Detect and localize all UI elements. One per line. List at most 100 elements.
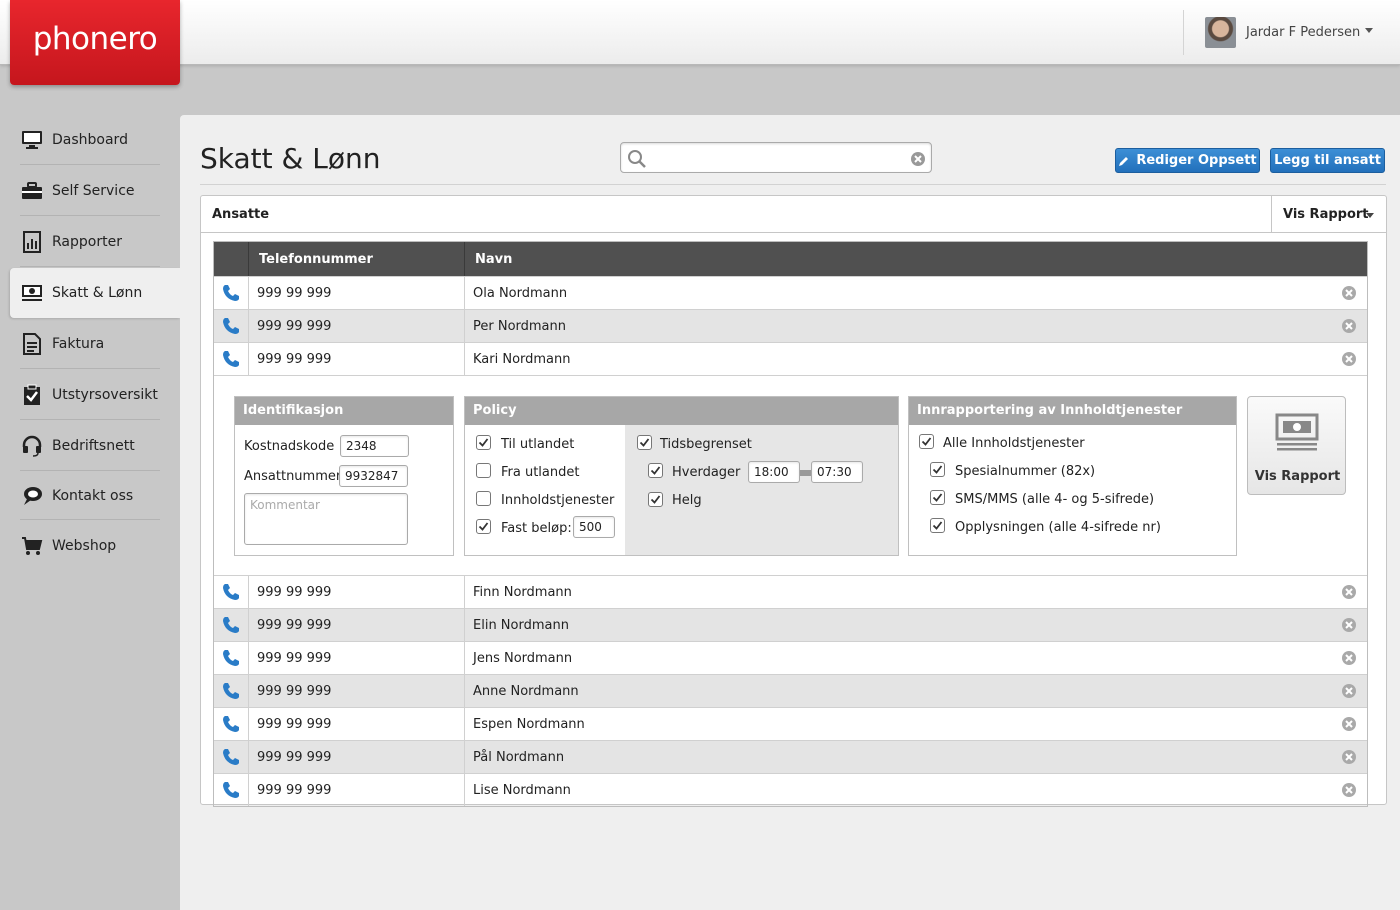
phone-icon[interactable]: [214, 310, 249, 342]
cost-code-field[interactable]: 2348: [340, 435, 409, 457]
check-icon: [650, 466, 661, 475]
special-numbers-label: Spesialnummer (82x): [955, 464, 1096, 479]
panel-title: Innrapportering av Innholdtjenester: [909, 397, 1236, 425]
sms-mms-label: SMS/MMS (alle 4- og 5-sifrede): [955, 492, 1155, 507]
add-employee-label: Legg til ansatt: [1274, 153, 1381, 168]
user-name: Jardar F Pedersen: [1246, 25, 1361, 40]
fixed-amount-field[interactable]: 500: [573, 516, 615, 538]
remove-icon[interactable]: [1341, 318, 1357, 338]
chevron-down-icon: [1366, 213, 1374, 218]
weekdays-label: Hverdager: [672, 465, 741, 480]
check-icon: [478, 522, 489, 531]
edit-setup-button[interactable]: Rediger Oppsett: [1115, 148, 1260, 173]
sidebar-item-kontakt-oss[interactable]: Kontakt oss: [20, 472, 160, 520]
phone-icon[interactable]: [214, 642, 249, 674]
column-header-phone[interactable]: Telefonnummer: [249, 242, 465, 276]
checkbox-content-services[interactable]: [476, 491, 491, 506]
phone-cell: 999 99 999: [249, 609, 465, 641]
remove-icon[interactable]: [1341, 683, 1357, 703]
checkbox-weekdays[interactable]: [648, 463, 663, 478]
sidebar-item-label: Dashboard: [52, 131, 128, 148]
checkbox-fixed-amount[interactable]: [476, 519, 491, 534]
phone-icon[interactable]: [214, 609, 249, 641]
cart-icon: [20, 535, 44, 557]
chevron-down-icon[interactable]: [1365, 28, 1373, 33]
remove-icon[interactable]: [1341, 749, 1357, 769]
edit-setup-label: Rediger Oppsett: [1136, 153, 1257, 168]
checkbox-to-abroad[interactable]: [476, 435, 491, 450]
remove-icon[interactable]: [1341, 782, 1357, 802]
sidebar-item-rapporter[interactable]: Rapporter: [20, 217, 160, 267]
phone-icon[interactable]: [214, 343, 249, 375]
search-box[interactable]: [620, 142, 932, 173]
phone-cell: 999 99 999: [249, 774, 465, 806]
headset-icon: [20, 435, 44, 457]
sidebar-item-utstyrsoversikt[interactable]: Utstyrsoversikt: [20, 370, 160, 420]
phone-icon[interactable]: [214, 675, 249, 707]
checkbox-time-limited[interactable]: [637, 435, 652, 450]
table-row[interactable]: 999 99 999 Espen Nordmann: [214, 707, 1367, 740]
phone-icon[interactable]: [214, 277, 249, 309]
phone-icon[interactable]: [214, 576, 249, 608]
from-time-field[interactable]: 18:00: [748, 461, 800, 483]
view-report-button[interactable]: Vis Rapport: [1247, 396, 1346, 495]
monitor-icon: [20, 129, 44, 151]
remove-icon[interactable]: [1341, 285, 1357, 305]
all-content-label: Alle Innholdstjenester: [943, 436, 1085, 451]
remove-icon[interactable]: [1341, 584, 1357, 604]
checkbox-special-numbers[interactable]: [930, 462, 945, 477]
employee-number-field[interactable]: 9932847: [339, 465, 408, 487]
table-row[interactable]: 999 99 999 Elin Nordmann: [214, 608, 1367, 641]
sidebar-item-dashboard[interactable]: Dashboard: [20, 115, 160, 165]
column-header-name[interactable]: Navn: [465, 242, 1367, 276]
table-row[interactable]: 999 99 999 Kari Nordmann: [214, 342, 1367, 375]
phone-icon[interactable]: [214, 708, 249, 740]
avatar: [1205, 17, 1236, 48]
sidebar-item-label: Utstyrsoversikt: [52, 386, 158, 403]
phone-cell: 999 99 999: [249, 343, 465, 375]
name-cell: Elin Nordmann: [473, 618, 569, 633]
checkbox-directory-info[interactable]: [930, 518, 945, 533]
table-row[interactable]: 999 99 999 Pål Nordmann: [214, 740, 1367, 773]
sidebar-item-self-service[interactable]: Self Service: [20, 166, 160, 216]
to-abroad-label: Til utlandet: [501, 437, 575, 452]
chat-icon: [20, 485, 44, 507]
card-header: Ansatte Vis Rapport: [201, 196, 1386, 233]
employees-table: Telefonnummer Navn 999 99 999 Ola Nordman…: [213, 241, 1368, 807]
checkbox-sms-mms[interactable]: [930, 490, 945, 505]
comment-field[interactable]: Kommentar: [244, 493, 408, 545]
phonero-logo[interactable]: phonero: [10, 0, 180, 85]
user-menu[interactable]: Jardar F Pedersen: [1183, 10, 1400, 55]
table-row[interactable]: 999 99 999 Finn Nordmann: [214, 575, 1367, 608]
report-dropdown[interactable]: Vis Rapport: [1271, 196, 1386, 233]
to-time-field[interactable]: 07:30: [811, 461, 863, 483]
search-input[interactable]: [651, 147, 901, 169]
sidebar-item-webshop[interactable]: Webshop: [20, 521, 160, 571]
table-row[interactable]: 999 99 999 Jens Nordmann: [214, 641, 1367, 674]
phone-icon[interactable]: [214, 741, 249, 773]
clear-search-icon[interactable]: [910, 151, 926, 171]
sidebar-item-label: Kontakt oss: [52, 487, 134, 504]
remove-icon[interactable]: [1341, 716, 1357, 736]
remove-icon[interactable]: [1341, 617, 1357, 637]
add-employee-button[interactable]: Legg til ansatt: [1270, 148, 1385, 173]
remove-icon[interactable]: [1341, 650, 1357, 670]
employees-card: Ansatte Vis Rapport Telefonnummer Navn 9…: [200, 195, 1387, 807]
check-icon: [478, 438, 489, 447]
remove-icon[interactable]: [1341, 351, 1357, 371]
check-icon: [932, 493, 943, 502]
phone-icon[interactable]: [214, 774, 249, 806]
sidebar-item-bedriftsnett[interactable]: Bedriftsnett: [20, 421, 160, 471]
checkbox-all-content[interactable]: [919, 434, 934, 449]
content-services-label: Innholdstjenester: [501, 493, 615, 508]
table-row[interactable]: 999 99 999 Ola Nordmann: [214, 276, 1367, 309]
sidebar-item-faktura[interactable]: Faktura: [20, 319, 160, 369]
check-icon: [932, 465, 943, 474]
sidebar-item-skatt-lonn[interactable]: Skatt & Lønn: [10, 268, 180, 318]
employee-number-label: Ansattnummer: [244, 469, 342, 484]
checkbox-weekend[interactable]: [648, 492, 663, 507]
table-row[interactable]: 999 99 999 Lise Nordmann: [214, 773, 1367, 806]
checkbox-from-abroad[interactable]: [476, 463, 491, 478]
table-row[interactable]: 999 99 999 Anne Nordmann: [214, 674, 1367, 707]
table-row[interactable]: 999 99 999 Per Nordmann: [214, 309, 1367, 342]
